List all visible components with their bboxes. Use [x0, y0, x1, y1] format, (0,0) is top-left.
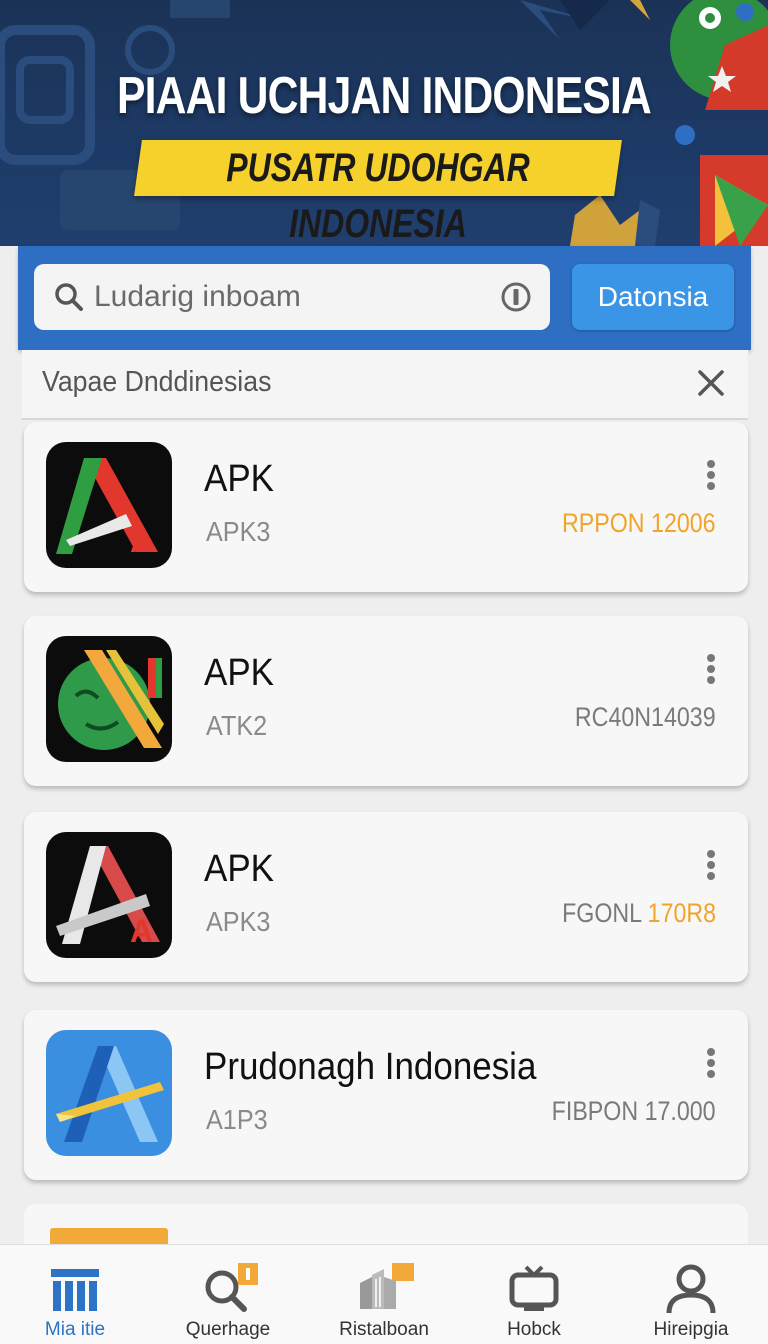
nav-label: Querhage [185, 1319, 271, 1340]
app-list-item[interactable]: APK ATK2 RC40N14039 [24, 616, 748, 786]
promo-banner[interactable]: PIAAI UCHJAN INDONESIA PUSATR UDOHGAR IN… [0, 0, 768, 246]
close-icon[interactable] [696, 368, 726, 398]
app-code: ATK2 [206, 710, 268, 741]
app-price-group: FGONL 170R8 [562, 898, 716, 929]
svg-text:A: A [130, 523, 153, 559]
app-list-item[interactable]: Prudonagh Indonesia A1P3 FIBPON 17.000 [24, 1010, 748, 1180]
nav-label: Hireipgia [653, 1319, 729, 1340]
profile-icon [666, 1264, 716, 1314]
svg-text:A: A [130, 913, 153, 949]
bottom-navigation: Mia itie Querhage Ristalboan Hobck Hirei… [0, 1244, 768, 1344]
nav-item-buildings[interactable]: Ristalboan [309, 1245, 459, 1344]
app-code: APK3 [206, 906, 271, 937]
more-vertical-icon[interactable] [706, 460, 716, 490]
app-name: APK [204, 652, 274, 694]
search-field[interactable] [34, 264, 550, 330]
app-code: A1P3 [206, 1104, 268, 1135]
home-icon [51, 1269, 99, 1311]
app-price: RPPON 12006 [562, 508, 716, 538]
buildings-icon [360, 1263, 414, 1309]
app-price-prefix: FGONL [561, 898, 642, 928]
red-green-a-icon: A [46, 442, 172, 568]
search-icon [205, 1263, 258, 1312]
app-name: Prudonagh Indonesia [204, 1046, 537, 1088]
tv-icon [509, 1265, 559, 1311]
nav-label: Mia itie [44, 1319, 106, 1340]
app-name: APK [204, 848, 274, 890]
app-price: RC40N14039 [575, 702, 716, 732]
blue-a-icon [46, 1030, 172, 1156]
app-price: 170R8 [647, 898, 716, 928]
search-button[interactable]: Datonsia [572, 264, 734, 330]
filter-header: Vapae Dnddinesias [22, 350, 748, 420]
app-price: FIBPON 17.000 [552, 1096, 716, 1126]
more-vertical-icon[interactable] [706, 850, 716, 880]
search-bar: Datonsia [18, 246, 751, 350]
green-face-icon [46, 636, 172, 762]
banner-subtitle: PUSATR UDOHGAR INDONESIA [226, 146, 530, 246]
app-list-item[interactable]: A APK APK3 FGONL 170R8 [24, 812, 748, 982]
white-red-a-icon: A [46, 832, 172, 958]
filter-label: Vapae Dnddinesias [42, 366, 272, 398]
app-name: APK [204, 458, 274, 500]
nav-item-profile[interactable]: Hireipgia [616, 1245, 766, 1344]
nav-item-tv[interactable]: Hobck [459, 1245, 609, 1344]
app-code: APK3 [206, 516, 271, 547]
nav-item-home[interactable]: Mia itie [0, 1245, 150, 1344]
more-vertical-icon[interactable] [706, 654, 716, 684]
nav-item-search[interactable]: Querhage [153, 1245, 303, 1344]
nav-label: Hobck [507, 1319, 561, 1340]
app-list-item[interactable]: A APK APK3 RPPON 12006 [24, 422, 748, 592]
banner-title: PIAAI UCHJAN INDONESIA [117, 67, 652, 125]
search-input[interactable] [94, 264, 474, 330]
more-vertical-icon[interactable] [706, 1048, 716, 1078]
info-icon[interactable] [500, 281, 532, 313]
nav-label: Ristalboan [339, 1319, 429, 1340]
search-icon [55, 283, 83, 311]
